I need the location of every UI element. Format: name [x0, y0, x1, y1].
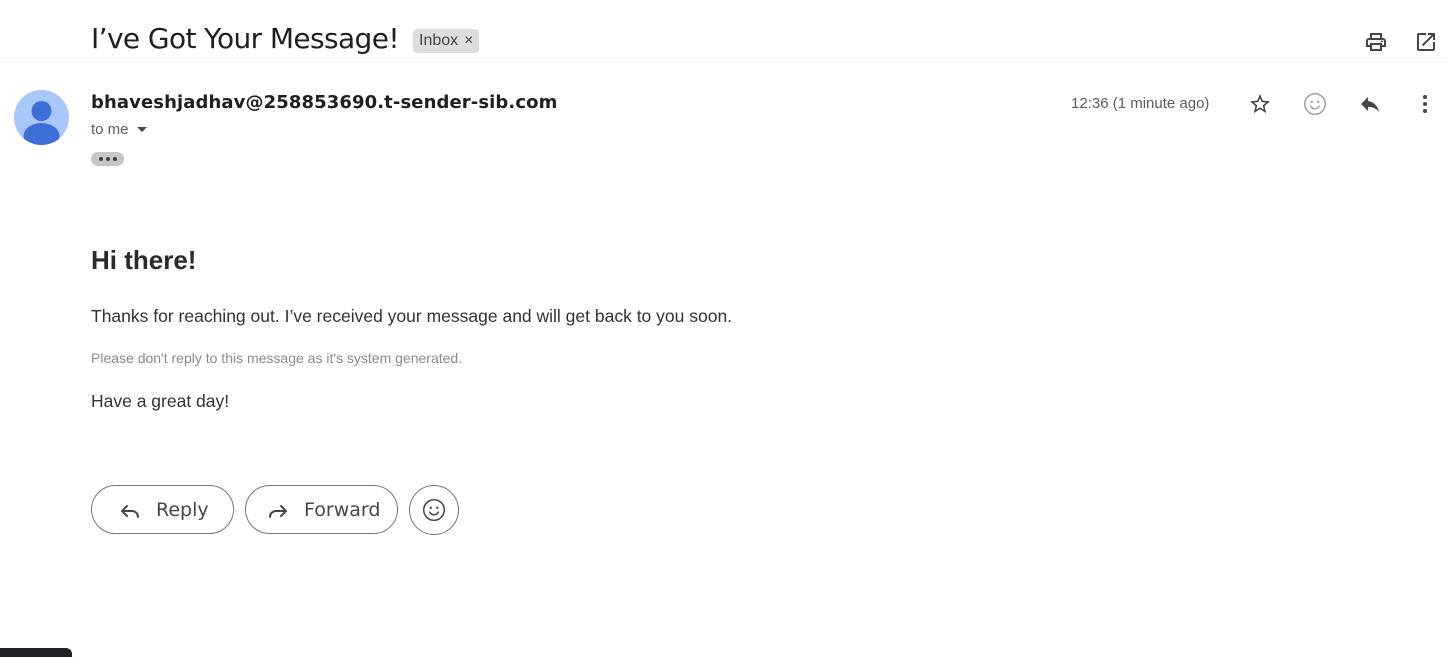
reply-arrow-icon: [121, 504, 139, 518]
recipient-label: to me: [91, 121, 129, 138]
dot: [112, 157, 117, 161]
sender-avatar[interactable]: [14, 90, 69, 145]
subject-bar: I’ve Got Your Message! Inbox ×: [0, 0, 1448, 62]
forward-arrow-icon: [269, 504, 287, 518]
forward-label: Forward: [304, 498, 381, 521]
system-note: Please don't reply to this message as it…: [91, 350, 463, 366]
emoji-icon: [422, 498, 446, 522]
email-paragraph: Thanks for reaching out. I’ve received y…: [91, 306, 733, 326]
remove-label-icon[interactable]: ×: [464, 32, 473, 50]
reply-icon[interactable]: [1356, 90, 1384, 118]
email-subject: I’ve Got Your Message!: [91, 22, 400, 55]
email-greeting: Hi there!: [91, 245, 197, 275]
star-icon[interactable]: [1246, 90, 1274, 118]
more-vert-icon[interactable]: [1411, 90, 1439, 118]
recipient-details-toggle[interactable]: to me: [91, 121, 147, 138]
caret-down-icon: [136, 127, 147, 132]
sender-address[interactable]: bhaveshjadhav@258853690.t-sender-sib.com: [91, 92, 557, 113]
reply-button[interactable]: Reply: [91, 485, 234, 534]
email-closing: Have a great day!: [91, 391, 230, 411]
print-icon[interactable]: [1362, 28, 1390, 56]
message-timestamp: 12:36 (1 minute ago): [1071, 95, 1210, 112]
forward-button[interactable]: Forward: [245, 485, 398, 534]
add-reaction-button[interactable]: [409, 485, 459, 535]
dot: [98, 157, 103, 161]
inbox-label-chip[interactable]: Inbox ×: [413, 29, 480, 53]
corner-overlay-tab: [0, 648, 72, 657]
show-trimmed-content-button[interactable]: [91, 152, 124, 166]
emoji-icon[interactable]: [1301, 90, 1329, 118]
reply-label: Reply: [156, 498, 209, 521]
label-text: Inbox: [419, 32, 459, 49]
open-in-new-icon[interactable]: [1412, 28, 1440, 56]
dot: [105, 157, 110, 161]
